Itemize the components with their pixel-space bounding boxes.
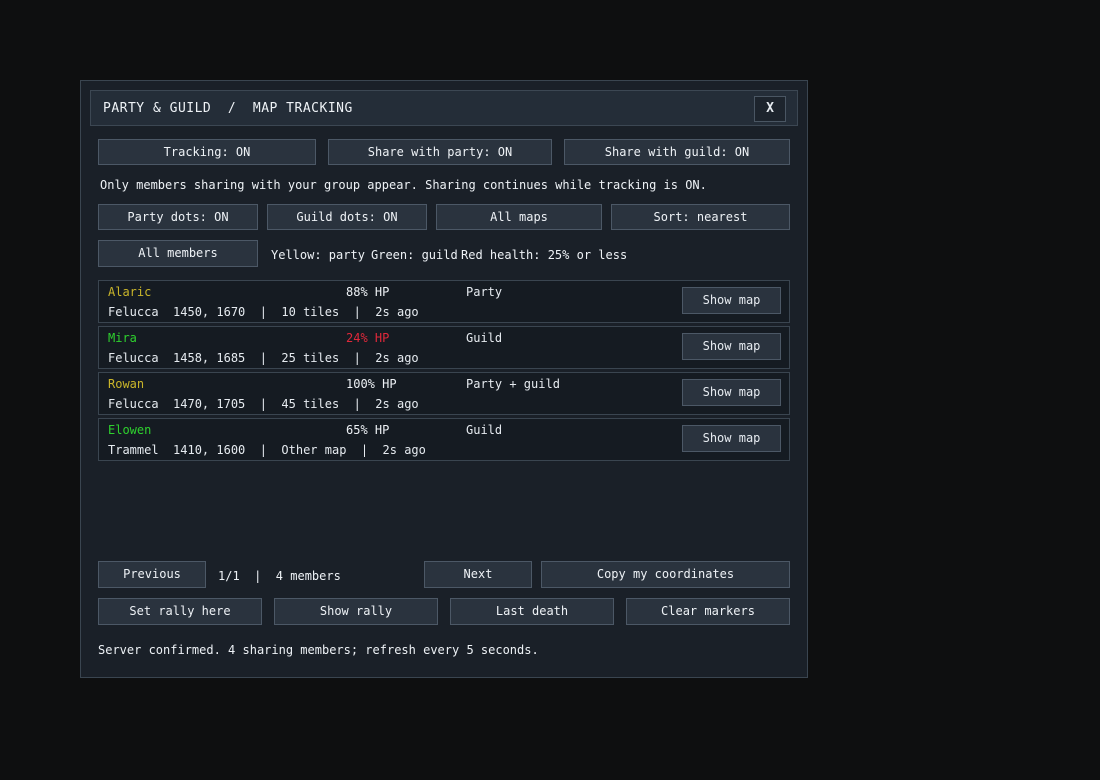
member-name: Mira bbox=[108, 331, 137, 345]
copy-coordinates-button[interactable]: Copy my coordinates bbox=[541, 561, 790, 588]
member-group: Guild bbox=[466, 331, 503, 345]
all-members-filter-button[interactable]: All members bbox=[98, 240, 258, 267]
previous-page-button[interactable]: Previous bbox=[98, 561, 206, 588]
member-hp: 65% HP bbox=[346, 423, 390, 437]
next-page-button[interactable]: Next bbox=[424, 561, 532, 588]
member-location: Felucca 1450, 1670 | 10 tiles | 2s ago bbox=[108, 305, 419, 319]
party-guild-window: PARTY & GUILD / MAP TRACKING X Tracking:… bbox=[80, 80, 808, 678]
member-location: Felucca 1458, 1685 | 25 tiles | 2s ago bbox=[108, 351, 419, 365]
member-group: Party + guild bbox=[466, 377, 560, 391]
last-death-button[interactable]: Last death bbox=[450, 598, 614, 625]
show-map-button[interactable]: Show map bbox=[682, 379, 781, 406]
page-status: 1/1 | 4 members bbox=[218, 569, 341, 583]
show-map-button[interactable]: Show map bbox=[682, 287, 781, 314]
show-rally-button[interactable]: Show rally bbox=[274, 598, 438, 625]
member-row: Elowen Trammel 1410, 1600 | Other map | … bbox=[98, 418, 790, 461]
member-row: Alaric Felucca 1450, 1670 | 10 tiles | 2… bbox=[98, 280, 790, 323]
member-row: Rowan Felucca 1470, 1705 | 45 tiles | 2s… bbox=[98, 372, 790, 415]
share-party-toggle-button[interactable]: Share with party: ON bbox=[328, 139, 552, 165]
member-hp: 88% HP bbox=[346, 285, 390, 299]
clear-markers-button[interactable]: Clear markers bbox=[626, 598, 790, 625]
server-status-text: Server confirmed. 4 sharing members; ref… bbox=[98, 643, 539, 657]
close-button[interactable]: X bbox=[754, 96, 786, 122]
party-dots-toggle-button[interactable]: Party dots: ON bbox=[98, 204, 258, 230]
legend-low-health: Red health: 25% or less bbox=[461, 248, 628, 262]
member-hp: 24% HP bbox=[346, 331, 390, 345]
member-name: Rowan bbox=[108, 377, 145, 391]
legend-party: Yellow: party bbox=[271, 248, 365, 262]
show-map-button[interactable]: Show map bbox=[682, 333, 781, 360]
legend-guild: Green: guild bbox=[371, 248, 458, 262]
member-location: Felucca 1470, 1705 | 45 tiles | 2s ago bbox=[108, 397, 419, 411]
show-map-button[interactable]: Show map bbox=[682, 425, 781, 452]
member-group: Party bbox=[466, 285, 503, 299]
tracking-toggle-button[interactable]: Tracking: ON bbox=[98, 139, 316, 165]
window-title: PARTY & GUILD / MAP TRACKING bbox=[103, 101, 353, 116]
sort-button[interactable]: Sort: nearest bbox=[611, 204, 790, 230]
member-name: Alaric bbox=[108, 285, 152, 299]
all-maps-filter-button[interactable]: All maps bbox=[436, 204, 602, 230]
set-rally-button[interactable]: Set rally here bbox=[98, 598, 262, 625]
guild-dots-toggle-button[interactable]: Guild dots: ON bbox=[267, 204, 427, 230]
share-guild-toggle-button[interactable]: Share with guild: ON bbox=[564, 139, 790, 165]
member-hp: 100% HP bbox=[346, 377, 397, 391]
sharing-info-text: Only members sharing with your group app… bbox=[100, 178, 707, 192]
member-name: Elowen bbox=[108, 423, 152, 437]
member-row: Mira Felucca 1458, 1685 | 25 tiles | 2s … bbox=[98, 326, 790, 369]
member-location: Trammel 1410, 1600 | Other map | 2s ago bbox=[108, 443, 426, 457]
title-bar: PARTY & GUILD / MAP TRACKING X bbox=[90, 90, 798, 126]
member-group: Guild bbox=[466, 423, 503, 437]
